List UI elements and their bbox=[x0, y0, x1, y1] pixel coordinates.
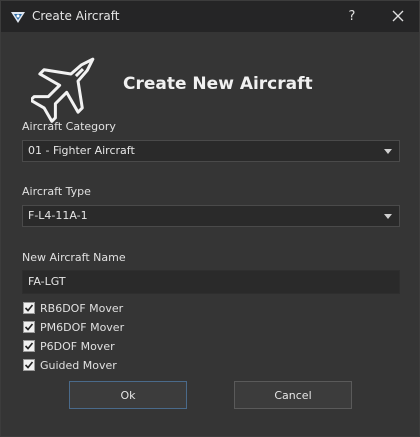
dialog-content: Create New Aircraft Aircraft Category 01… bbox=[1, 32, 419, 436]
close-button[interactable] bbox=[385, 5, 411, 27]
rb6dof-mover-option[interactable]: RB6DOF Mover bbox=[23, 301, 123, 315]
title-bar[interactable]: Create Aircraft ? bbox=[1, 1, 419, 32]
type-label: Aircraft Type bbox=[22, 185, 91, 198]
chevron-down-icon bbox=[384, 149, 392, 154]
pm6dof-mover-label: PM6DOF Mover bbox=[40, 320, 125, 334]
rb6dof-mover-checkbox[interactable] bbox=[23, 302, 35, 314]
window-title: Create Aircraft bbox=[32, 9, 120, 23]
guided-mover-checkbox[interactable] bbox=[23, 359, 35, 371]
pm6dof-mover-option[interactable]: PM6DOF Mover bbox=[23, 320, 124, 334]
fighter-jet-icon bbox=[29, 46, 101, 126]
page-title: Create New Aircraft bbox=[123, 74, 313, 94]
rb6dof-mover-label: RB6DOF Mover bbox=[40, 301, 124, 315]
type-select[interactable]: F-L4-11A-1 bbox=[22, 205, 400, 227]
checkmark-icon bbox=[24, 323, 34, 331]
category-label: Aircraft Category bbox=[22, 120, 116, 133]
cancel-button[interactable]: Cancel bbox=[234, 381, 352, 409]
ok-button[interactable]: Ok bbox=[69, 381, 187, 409]
close-icon bbox=[392, 10, 404, 22]
category-select[interactable]: 01 - Fighter Aircraft bbox=[22, 140, 400, 162]
category-value: 01 - Fighter Aircraft bbox=[28, 144, 135, 157]
checkmark-icon bbox=[24, 342, 34, 350]
p6dof-mover-option[interactable]: P6DOF Mover bbox=[23, 339, 115, 353]
app-logo-icon bbox=[10, 9, 26, 25]
checkmark-icon bbox=[24, 361, 34, 369]
guided-mover-option[interactable]: Guided Mover bbox=[23, 358, 117, 372]
create-aircraft-dialog: Create Aircraft ? Create New Aircraft Ai… bbox=[0, 0, 420, 437]
checkmark-icon bbox=[24, 304, 34, 312]
chevron-down-icon bbox=[384, 214, 392, 219]
guided-mover-label: Guided Mover bbox=[40, 358, 117, 372]
help-button[interactable]: ? bbox=[339, 5, 365, 27]
p6dof-mover-label: P6DOF Mover bbox=[40, 339, 115, 353]
pm6dof-mover-checkbox[interactable] bbox=[23, 321, 35, 333]
p6dof-mover-checkbox[interactable] bbox=[23, 340, 35, 352]
aircraft-name-input[interactable]: FA-LGT bbox=[22, 270, 400, 294]
type-value: F-L4-11A-1 bbox=[28, 209, 88, 222]
name-label: New Aircraft Name bbox=[22, 251, 126, 264]
